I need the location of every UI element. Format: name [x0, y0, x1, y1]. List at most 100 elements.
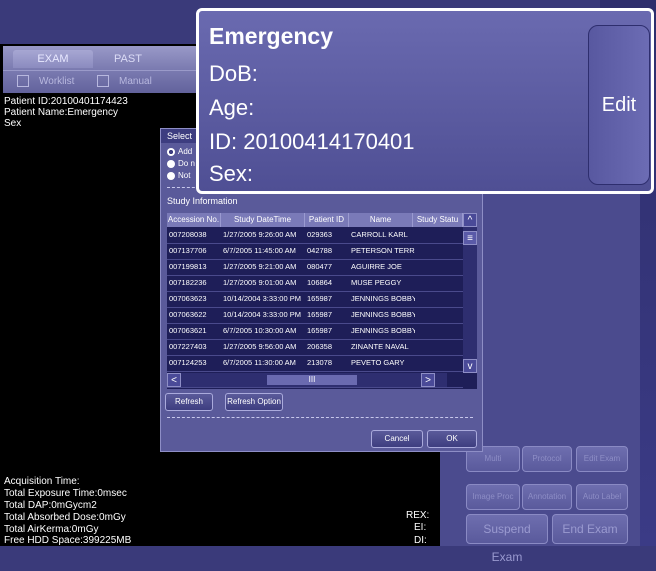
table-cell: 007199813: [169, 262, 207, 271]
table-row[interactable]: 007227403 1/27/2005 9:56:00 AM 206358 ZINAN…: [167, 339, 463, 356]
table-row[interactable]: 007063623 10/14/2004 3:33:00 PM 165987 JENN…: [167, 291, 463, 308]
scroll-left-icon[interactable]: <: [167, 373, 181, 387]
table-cell: 1/27/2005 9:01:00 AM: [223, 278, 297, 287]
table-cell: CARROLL KARL: [351, 230, 408, 239]
end-exam-button[interactable]: End Exam: [552, 514, 628, 544]
id-label: ID: 20100414170401: [209, 129, 415, 154]
table-cell: 6/7/2005 10:30:00 AM: [223, 326, 297, 335]
table-row[interactable]: 007137706 6/7/2005 11:45:00 AM 042788 PETER…: [167, 243, 463, 260]
manual-label: Manual: [119, 76, 152, 87]
worklist-icon: [17, 75, 29, 88]
table-cell: 007063623: [169, 294, 207, 303]
table-cell: 1/27/2005 9:56:00 AM: [223, 342, 297, 351]
divider-bottom: [167, 417, 473, 418]
table-cell: 165987: [307, 310, 333, 319]
radio-not[interactable]: Not: [167, 171, 190, 181]
radio-dot: [167, 159, 175, 168]
table-cell: 10/14/2004 3:33:00 PM: [223, 294, 301, 303]
radio-dot: [167, 171, 175, 180]
table-cell: PETERSON TERRI: [351, 246, 415, 255]
table-row[interactable]: 007124253 6/7/2005 11:30:00 AM 213078 PEVET…: [167, 355, 463, 372]
refresh-button[interactable]: Refresh: [165, 393, 213, 411]
col-accession[interactable]: Accession No.: [167, 213, 221, 227]
worklist-button[interactable]: Worklist: [17, 74, 74, 90]
annotation-button[interactable]: Annotation: [522, 484, 572, 510]
refresh-option-button[interactable]: Refresh Option: [225, 393, 283, 411]
table-row[interactable]: 007063621 6/7/2005 10:30:00 AM 165987 JENNI…: [167, 323, 463, 340]
table-cell: JENNINGS BOBBY: [351, 294, 415, 303]
table-cell: 007182236: [169, 278, 207, 287]
col-study-status[interactable]: Study Statu: [413, 213, 463, 227]
patient-sex-text: Sex: [4, 118, 22, 129]
tab-past[interactable]: PAST: [88, 50, 168, 68]
table-cell: 10/14/2004 3:33:00 PM: [223, 310, 301, 319]
exposure-time-text: Total Exposure Time:0msec: [4, 488, 127, 499]
table-cell: AGUIRRE JOE: [351, 262, 402, 271]
table-cell: ZINANTE NAVAL: [351, 342, 409, 351]
edit-exam-button[interactable]: Edit Exam: [576, 446, 628, 472]
table-row[interactable]: 007182236 1/27/2005 9:01:00 AM 106864 MUSE …: [167, 275, 463, 292]
table-cell: JENNINGS BOBBY: [351, 326, 415, 335]
table-cell: 165987: [307, 326, 333, 335]
table-row[interactable]: 007199813 1/27/2005 9:21:00 AM 080477 AGUIR…: [167, 259, 463, 276]
di-text: DI:: [414, 535, 427, 546]
manual-button[interactable]: Manual: [97, 74, 152, 90]
table-cell: 213078: [307, 358, 333, 367]
image-proc-button[interactable]: Image Proc: [466, 484, 520, 510]
table-cell: 1/27/2005 9:26:00 AM: [223, 230, 297, 239]
table-cell: 080477: [307, 262, 333, 271]
horizontal-scrollbar[interactable]: < III >: [167, 373, 447, 387]
table-cell: 106864: [307, 278, 333, 287]
patient-name-heading: Emergency: [209, 23, 334, 49]
scroll-down-icon[interactable]: v: [463, 359, 477, 373]
suspend-exam-button[interactable]: Suspend Exam: [466, 514, 548, 564]
col-name[interactable]: Name: [349, 213, 413, 227]
study-information-label: Study Information: [167, 196, 238, 206]
hdd-space-text: Free HDD Space:399225MB: [4, 535, 132, 546]
dob-label: DoB:: [209, 61, 258, 86]
radio-dot: [167, 147, 175, 156]
table-cell: 206358: [307, 342, 333, 351]
table-cell: 165987: [307, 294, 333, 303]
table-cell: 007124253: [169, 358, 207, 367]
table-cell: 6/7/2005 11:45:00 AM: [223, 246, 296, 255]
cancel-button[interactable]: Cancel: [371, 430, 423, 448]
table-cell: PEVETO GARY: [351, 358, 405, 367]
auto-label-button[interactable]: Auto Label: [576, 484, 628, 510]
protocol-button[interactable]: Protocol: [522, 446, 572, 472]
patient-info-card: Emergency DoB: Age: ID: 20100414170401 S…: [196, 8, 654, 194]
ok-button[interactable]: OK: [427, 430, 477, 448]
table-cell: 042788: [307, 246, 333, 255]
table-cell: MUSE PEGGY: [351, 278, 402, 287]
col-patient-id[interactable]: Patient ID: [305, 213, 349, 227]
acquisition-time-text: Acquisition Time:: [4, 476, 80, 487]
dap-text: Total DAP:0mGycm2: [4, 500, 97, 511]
table-cell: 007063622: [169, 310, 207, 319]
scroll-thumb[interactable]: ≡: [463, 231, 477, 245]
table-cell: JENNINGS BOBBY: [351, 310, 415, 319]
rex-text: REX:: [406, 510, 430, 521]
manual-icon: [97, 75, 109, 88]
radio-label: Add: [178, 147, 193, 156]
ei-text: EI:: [414, 522, 427, 533]
table-cell: 1/27/2005 9:21:00 AM: [223, 262, 297, 271]
table-cell: 6/7/2005 11:30:00 AM: [223, 358, 296, 367]
scroll-thumb-horizontal[interactable]: III: [267, 375, 357, 385]
radio-add[interactable]: Add: [167, 147, 192, 157]
worklist-label: Worklist: [39, 76, 75, 87]
sex-label: Sex:: [209, 161, 254, 186]
age-label: Age:: [209, 95, 255, 120]
table-cell: 007227403: [169, 342, 207, 351]
scroll-up-icon[interactable]: ^: [463, 213, 477, 227]
tab-exam[interactable]: EXAM: [13, 50, 93, 68]
vertical-scrollbar[interactable]: ^ ≡ v: [463, 213, 477, 373]
col-study-datetime[interactable]: Study DateTime: [221, 213, 305, 227]
absorbed-dose-text: Total Absorbed Dose:0mGy: [4, 512, 126, 523]
edit-button[interactable]: Edit: [588, 25, 650, 185]
radio-do-not[interactable]: Do n: [167, 159, 195, 169]
table-cell: 029363: [307, 230, 333, 239]
table-cell: 007208038: [169, 230, 207, 239]
table-row[interactable]: 007063622 10/14/2004 3:33:00 PM 165987 JENN…: [167, 307, 463, 324]
table-row[interactable]: 007208038 1/27/2005 9:26:00 AM 029363 CARRO…: [167, 227, 463, 244]
scroll-right-icon[interactable]: >: [421, 373, 435, 387]
